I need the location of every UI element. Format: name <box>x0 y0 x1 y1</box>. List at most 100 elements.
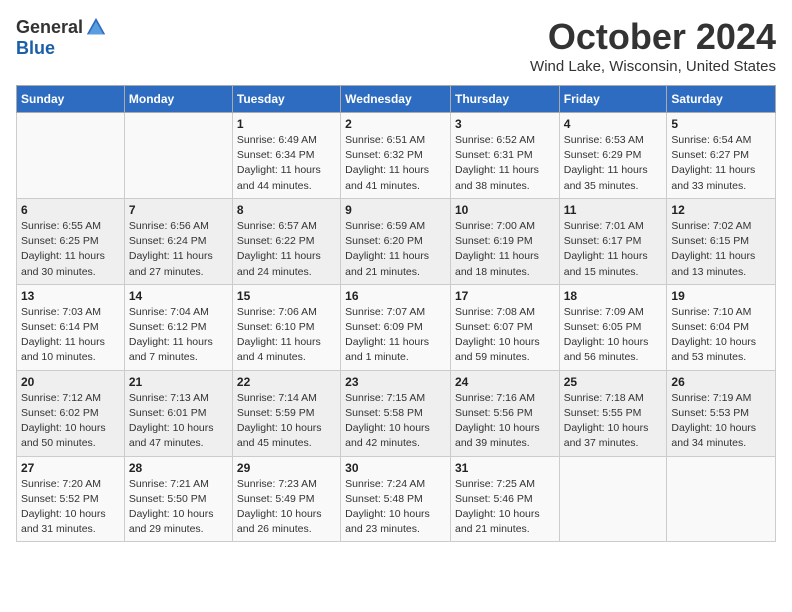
calendar-cell <box>124 113 232 199</box>
day-detail: Sunrise: 7:08 AMSunset: 6:07 PMDaylight:… <box>455 305 555 366</box>
day-detail: Sunrise: 7:10 AMSunset: 6:04 PMDaylight:… <box>671 305 771 366</box>
day-detail: Sunrise: 6:49 AMSunset: 6:34 PMDaylight:… <box>237 133 336 194</box>
day-number: 8 <box>237 203 336 217</box>
day-number: 29 <box>237 461 336 475</box>
day-detail: Sunrise: 7:09 AMSunset: 6:05 PMDaylight:… <box>564 305 663 366</box>
day-number: 1 <box>237 117 336 131</box>
month-title: October 2024 <box>530 16 776 58</box>
day-detail: Sunrise: 7:12 AMSunset: 6:02 PMDaylight:… <box>21 391 120 452</box>
calendar-cell: 29 Sunrise: 7:23 AMSunset: 5:49 PMDayligh… <box>232 456 340 542</box>
day-detail: Sunrise: 7:18 AMSunset: 5:55 PMDaylight:… <box>564 391 663 452</box>
logo: General Blue <box>16 16 107 59</box>
day-detail: Sunrise: 7:02 AMSunset: 6:15 PMDaylight:… <box>671 219 771 280</box>
day-number: 3 <box>455 117 555 131</box>
calendar-week-row: 20 Sunrise: 7:12 AMSunset: 6:02 PMDayligh… <box>17 370 776 456</box>
day-detail: Sunrise: 6:56 AMSunset: 6:24 PMDaylight:… <box>129 219 228 280</box>
day-of-week-header: Wednesday <box>341 86 451 113</box>
day-number: 4 <box>564 117 663 131</box>
location-text: Wind Lake, Wisconsin, United States <box>530 58 776 75</box>
calendar-cell: 31 Sunrise: 7:25 AMSunset: 5:46 PMDayligh… <box>450 456 559 542</box>
calendar-cell: 2 Sunrise: 6:51 AMSunset: 6:32 PMDaylight… <box>341 113 451 199</box>
day-detail: Sunrise: 7:23 AMSunset: 5:49 PMDaylight:… <box>237 477 336 538</box>
day-number: 14 <box>129 289 228 303</box>
day-number: 25 <box>564 375 663 389</box>
day-number: 9 <box>345 203 446 217</box>
day-number: 31 <box>455 461 555 475</box>
calendar-cell: 7 Sunrise: 6:56 AMSunset: 6:24 PMDaylight… <box>124 198 232 284</box>
calendar-week-row: 13 Sunrise: 7:03 AMSunset: 6:14 PMDayligh… <box>17 284 776 370</box>
day-detail: Sunrise: 7:19 AMSunset: 5:53 PMDaylight:… <box>671 391 771 452</box>
day-number: 5 <box>671 117 771 131</box>
day-detail: Sunrise: 6:59 AMSunset: 6:20 PMDaylight:… <box>345 219 446 280</box>
calendar-cell: 1 Sunrise: 6:49 AMSunset: 6:34 PMDaylight… <box>232 113 340 199</box>
day-number: 15 <box>237 289 336 303</box>
day-detail: Sunrise: 7:00 AMSunset: 6:19 PMDaylight:… <box>455 219 555 280</box>
day-detail: Sunrise: 7:07 AMSunset: 6:09 PMDaylight:… <box>345 305 446 366</box>
calendar-cell: 23 Sunrise: 7:15 AMSunset: 5:58 PMDayligh… <box>341 370 451 456</box>
day-detail: Sunrise: 7:03 AMSunset: 6:14 PMDaylight:… <box>21 305 120 366</box>
calendar-cell: 25 Sunrise: 7:18 AMSunset: 5:55 PMDayligh… <box>559 370 667 456</box>
day-detail: Sunrise: 6:52 AMSunset: 6:31 PMDaylight:… <box>455 133 555 194</box>
calendar-cell: 14Sunrise: 7:04 AMSunset: 6:12 PMDayligh… <box>124 284 232 370</box>
calendar-cell: 26 Sunrise: 7:19 AMSunset: 5:53 PMDayligh… <box>667 370 776 456</box>
day-number: 17 <box>455 289 555 303</box>
calendar-cell: 8 Sunrise: 6:57 AMSunset: 6:22 PMDaylight… <box>232 198 340 284</box>
calendar-cell: 15 Sunrise: 7:06 AMSunset: 6:10 PMDayligh… <box>232 284 340 370</box>
day-detail: Sunrise: 6:54 AMSunset: 6:27 PMDaylight:… <box>671 133 771 194</box>
day-number: 13 <box>21 289 120 303</box>
day-number: 22 <box>237 375 336 389</box>
calendar-cell: 21 Sunrise: 7:13 AMSunset: 6:01 PMDayligh… <box>124 370 232 456</box>
calendar-cell: 10Sunrise: 7:00 AMSunset: 6:19 PMDayligh… <box>450 198 559 284</box>
day-detail: Sunrise: 7:15 AMSunset: 5:58 PMDaylight:… <box>345 391 446 452</box>
day-detail: Sunrise: 7:13 AMSunset: 6:01 PMDaylight:… <box>129 391 228 452</box>
day-number: 6 <box>21 203 120 217</box>
calendar-cell: 9 Sunrise: 6:59 AMSunset: 6:20 PMDaylight… <box>341 198 451 284</box>
day-number: 20 <box>21 375 120 389</box>
day-number: 23 <box>345 375 446 389</box>
day-number: 27 <box>21 461 120 475</box>
calendar-cell: 22Sunrise: 7:14 AMSunset: 5:59 PMDayligh… <box>232 370 340 456</box>
calendar-cell: 12 Sunrise: 7:02 AMSunset: 6:15 PMDayligh… <box>667 198 776 284</box>
calendar-cell: 18 Sunrise: 7:09 AMSunset: 6:05 PMDayligh… <box>559 284 667 370</box>
day-number: 24 <box>455 375 555 389</box>
day-number: 26 <box>671 375 771 389</box>
day-number: 18 <box>564 289 663 303</box>
logo-general-text: General <box>16 17 83 38</box>
day-number: 21 <box>129 375 228 389</box>
day-detail: Sunrise: 7:01 AMSunset: 6:17 PMDaylight:… <box>564 219 663 280</box>
day-of-week-header: Tuesday <box>232 86 340 113</box>
day-number: 12 <box>671 203 771 217</box>
day-number: 2 <box>345 117 446 131</box>
calendar-cell: 16Sunrise: 7:07 AMSunset: 6:09 PMDayligh… <box>341 284 451 370</box>
day-number: 28 <box>129 461 228 475</box>
day-of-week-header: Sunday <box>17 86 125 113</box>
day-detail: Sunrise: 7:21 AMSunset: 5:50 PMDaylight:… <box>129 477 228 538</box>
day-of-week-header: Friday <box>559 86 667 113</box>
day-detail: Sunrise: 7:06 AMSunset: 6:10 PMDaylight:… <box>237 305 336 366</box>
day-of-week-header: Thursday <box>450 86 559 113</box>
day-of-week-header: Monday <box>124 86 232 113</box>
day-detail: Sunrise: 7:24 AMSunset: 5:48 PMDaylight:… <box>345 477 446 538</box>
calendar-header-row: SundayMondayTuesdayWednesdayThursdayFrid… <box>17 86 776 113</box>
calendar-cell: 24 Sunrise: 7:16 AMSunset: 5:56 PMDayligh… <box>450 370 559 456</box>
calendar-cell: 6Sunrise: 6:55 AMSunset: 6:25 PMDaylight… <box>17 198 125 284</box>
day-number: 30 <box>345 461 446 475</box>
logo-blue-text: Blue <box>16 38 55 59</box>
day-detail: Sunrise: 6:57 AMSunset: 6:22 PMDaylight:… <box>237 219 336 280</box>
day-detail: Sunrise: 7:16 AMSunset: 5:56 PMDaylight:… <box>455 391 555 452</box>
day-detail: Sunrise: 7:20 AMSunset: 5:52 PMDaylight:… <box>21 477 120 538</box>
calendar-cell: 11Sunrise: 7:01 AMSunset: 6:17 PMDayligh… <box>559 198 667 284</box>
day-detail: Sunrise: 7:25 AMSunset: 5:46 PMDaylight:… <box>455 477 555 538</box>
page-header: General Blue October 2024 Wind Lake, Wis… <box>16 16 776 75</box>
calendar-cell <box>17 113 125 199</box>
day-number: 19 <box>671 289 771 303</box>
calendar-cell <box>559 456 667 542</box>
calendar-cell: 20 Sunrise: 7:12 AMSunset: 6:02 PMDayligh… <box>17 370 125 456</box>
calendar-cell: 4Sunrise: 6:53 AMSunset: 6:29 PMDaylight… <box>559 113 667 199</box>
calendar-cell: 30 Sunrise: 7:24 AMSunset: 5:48 PMDayligh… <box>341 456 451 542</box>
calendar-cell: 19 Sunrise: 7:10 AMSunset: 6:04 PMDayligh… <box>667 284 776 370</box>
day-detail: Sunrise: 6:51 AMSunset: 6:32 PMDaylight:… <box>345 133 446 194</box>
calendar-cell <box>667 456 776 542</box>
day-number: 7 <box>129 203 228 217</box>
calendar-cell: 17 Sunrise: 7:08 AMSunset: 6:07 PMDayligh… <box>450 284 559 370</box>
